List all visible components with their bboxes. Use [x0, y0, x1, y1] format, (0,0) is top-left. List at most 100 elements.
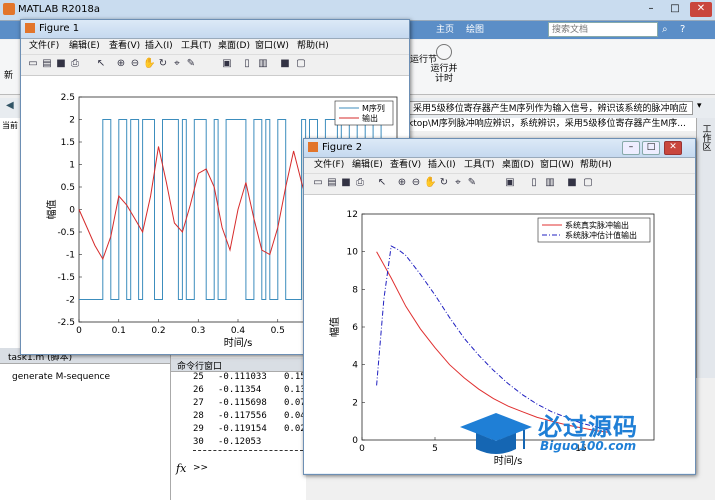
rotate-icon[interactable]: ↻	[157, 58, 169, 70]
y-tick-label: 1.5	[61, 138, 75, 148]
rotate-icon[interactable]: ↻	[438, 177, 450, 189]
zoom-out-icon[interactable]: ⊖	[410, 177, 422, 189]
figure-icon	[308, 142, 318, 152]
search-docs-input[interactable]	[548, 22, 658, 37]
command-output-cell: -0.115698	[218, 398, 267, 408]
x-tick-label: 0	[76, 326, 82, 336]
function-item[interactable]: generate M-sequence	[12, 372, 110, 382]
menu-window[interactable]: 窗口(W)	[540, 159, 574, 171]
print-icon[interactable]: ⎙	[69, 58, 81, 70]
x-tick-label: 0.4	[231, 326, 246, 336]
save-icon[interactable]: ■	[55, 58, 67, 70]
dock-icon[interactable]: ▢	[582, 177, 594, 189]
help-icon[interactable]: ?	[680, 24, 685, 35]
link-plot-icon[interactable]: ▣	[504, 177, 516, 189]
command-output-cell: 30	[193, 437, 204, 447]
editor-path: ktop\M序列脉冲响应辨识，系统辨识，采用5级移位寄存器产生M序...	[408, 118, 698, 131]
new-figure-icon[interactable]: ▭	[27, 58, 39, 70]
hide-tools-icon[interactable]: ■	[566, 177, 578, 189]
menu-help[interactable]: 帮助(H)	[297, 40, 329, 52]
zoom-in-icon[interactable]: ⊕	[115, 58, 127, 70]
y-tick-label: 2	[69, 116, 75, 126]
colorbar-icon[interactable]: ▯	[241, 58, 253, 70]
menu-help[interactable]: 帮助(H)	[580, 159, 612, 171]
fx-icon: fx	[176, 462, 187, 475]
command-window-title: 命令行窗口	[177, 362, 223, 372]
zoom-out-icon[interactable]: ⊖	[129, 58, 141, 70]
menu-tools[interactable]: 工具(T)	[464, 159, 495, 171]
minimize-icon[interactable]: –	[622, 141, 640, 155]
menu-desktop[interactable]: 桌面(D)	[502, 159, 534, 171]
menu-edit[interactable]: 编辑(E)	[352, 159, 383, 171]
app-title: MATLAB R2018a	[18, 4, 101, 15]
select-arrow-icon[interactable]: ↖	[376, 177, 388, 189]
separator	[193, 450, 303, 451]
figure-2-title: Figure 2	[322, 142, 363, 153]
close-icon[interactable]: ✕	[664, 141, 682, 155]
figure-icon	[25, 23, 35, 33]
y-tick-label: -2.5	[57, 318, 75, 328]
search-icon[interactable]: ⌕	[662, 24, 668, 35]
workspace-panel-tab[interactable]: 工作区	[696, 118, 715, 378]
y-tick-label: -0.5	[57, 228, 75, 238]
back-icon[interactable]: ◀	[6, 100, 14, 111]
menu-insert[interactable]: 插入(I)	[428, 159, 456, 171]
x-tick-label: 0	[359, 444, 365, 454]
y-tick-label: 10	[347, 248, 359, 258]
address-field[interactable]: 采用5级移位寄存器产生M序列作为输入信号，辨识该系统的脉冲响应	[408, 101, 693, 115]
menu-desktop[interactable]: 桌面(D)	[218, 40, 250, 52]
y-tick-label: 0	[69, 206, 75, 216]
legend-icon[interactable]: ▥	[544, 177, 556, 189]
data-cursor-icon[interactable]: ⌖	[171, 58, 183, 70]
y-tick-label: 8	[352, 285, 358, 295]
tab-plots[interactable]: 绘图	[460, 23, 490, 37]
menu-edit[interactable]: 编辑(E)	[69, 40, 100, 52]
menu-window[interactable]: 窗口(W)	[255, 40, 289, 52]
brush-icon[interactable]: ✎	[466, 177, 478, 189]
menu-tools[interactable]: 工具(T)	[181, 40, 212, 52]
close-icon[interactable]: ✕	[690, 2, 712, 17]
command-window-header: 命令行窗口	[171, 358, 306, 372]
open-icon[interactable]: ▤	[41, 58, 53, 70]
menu-view[interactable]: 查看(V)	[390, 159, 421, 171]
command-output-cell: 26	[193, 385, 204, 395]
tab-home[interactable]: 主页	[430, 23, 460, 37]
link-plot-icon[interactable]: ▣	[221, 58, 233, 70]
menu-file[interactable]: 文件(F)	[29, 40, 59, 52]
x-tick-label: 0.3	[191, 326, 205, 336]
figure-2-titlebar: Figure 2 – □ ✕	[304, 139, 695, 158]
legend-label: 输出	[362, 113, 378, 123]
data-cursor-icon[interactable]: ⌖	[452, 177, 464, 189]
title-bar: MATLAB R2018a – □ ✕	[0, 0, 715, 21]
run-and-time-button[interactable]: 运行并计时	[428, 64, 460, 84]
zoom-in-icon[interactable]: ⊕	[396, 177, 408, 189]
x-axis-label: 时间/s	[224, 336, 253, 349]
save-icon[interactable]: ■	[340, 177, 352, 189]
dock-icon[interactable]: ▢	[295, 58, 307, 70]
pan-icon[interactable]: ✋	[424, 177, 436, 189]
open-icon[interactable]: ▤	[326, 177, 338, 189]
command-output-cell: 28	[193, 411, 204, 421]
maximize-icon[interactable]: □	[642, 141, 660, 155]
menu-insert[interactable]: 插入(I)	[145, 40, 173, 52]
colorbar-icon[interactable]: ▯	[528, 177, 540, 189]
menu-file[interactable]: 文件(F)	[314, 159, 344, 171]
chevron-down-icon[interactable]: ▾	[697, 101, 702, 111]
maximize-icon[interactable]: □	[664, 2, 686, 17]
watermark-text: 必过源码	[538, 413, 638, 441]
minimize-icon[interactable]: –	[640, 2, 662, 17]
y-tick-label: 1	[69, 161, 75, 171]
command-prompt[interactable]: >>	[193, 463, 208, 473]
pan-icon[interactable]: ✋	[143, 58, 155, 70]
brush-icon[interactable]: ✎	[185, 58, 197, 70]
print-icon[interactable]: ⎙	[354, 177, 366, 189]
menu-view[interactable]: 查看(V)	[109, 40, 140, 52]
y-tick-label: 4	[352, 361, 358, 371]
new-button[interactable]: 新	[4, 68, 13, 81]
y-tick-label: 0	[352, 436, 358, 446]
select-arrow-icon[interactable]: ↖	[95, 58, 107, 70]
new-figure-icon[interactable]: ▭	[312, 177, 324, 189]
command-output-cell: 25	[193, 372, 204, 382]
hide-tools-icon[interactable]: ■	[279, 58, 291, 70]
legend-icon[interactable]: ▥	[257, 58, 269, 70]
